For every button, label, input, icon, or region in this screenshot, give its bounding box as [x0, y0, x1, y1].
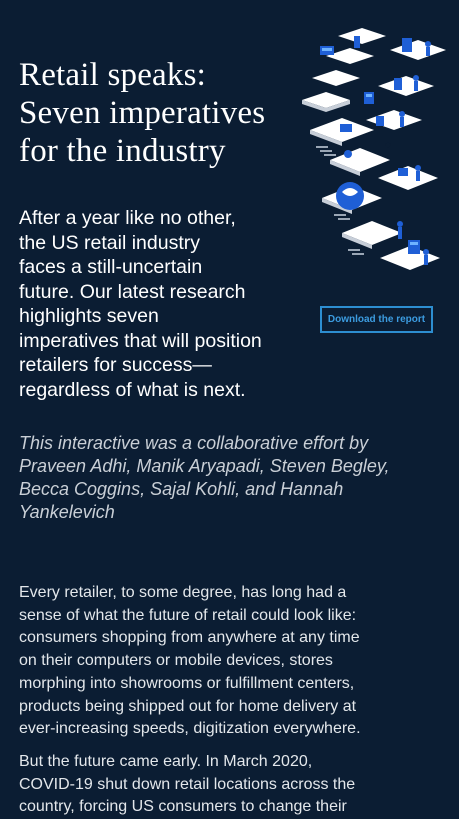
article-paragraph: Every retailer, to some degree, has long… — [19, 584, 361, 738]
page: Retail speaks: Seven imperatives for the… — [0, 0, 459, 816]
page-title: Retail speaks: Seven imperatives for the… — [19, 57, 266, 169]
download-report-button[interactable]: Download the report — [320, 306, 433, 333]
intro-text: After a year like no other, the US retai… — [19, 207, 262, 401]
credit-text: This interactive was a collaborative eff… — [19, 433, 390, 522]
article-paragraph: But the future came early. In March 2020… — [19, 753, 356, 816]
